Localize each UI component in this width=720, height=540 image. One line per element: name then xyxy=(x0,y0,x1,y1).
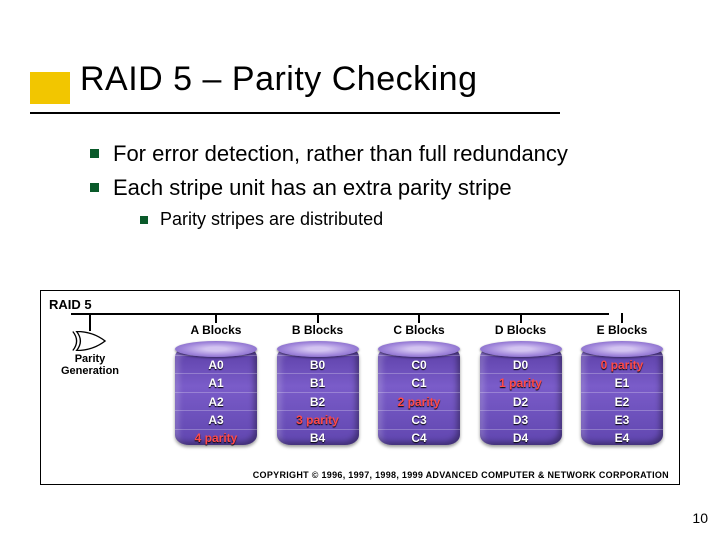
bullet-icon xyxy=(140,216,148,224)
disk-stripe: A0 xyxy=(175,355,257,373)
title-underline xyxy=(30,112,560,114)
data-cell: E2 xyxy=(615,395,630,409)
copyright-text: COPYRIGHT © 1996, 1997, 1998, 1999 ADVAN… xyxy=(253,470,669,480)
column-header: A Blocks xyxy=(191,323,242,337)
disk-icon: B0 B1 B2 3 parity B4 xyxy=(277,341,359,451)
bus-drop xyxy=(621,313,623,323)
disk-column: B Blocks B0 B1 B2 3 parity B4 xyxy=(273,313,363,456)
disk-column: A Blocks A0 A1 A2 A3 4 parity xyxy=(171,313,261,456)
data-cell: A2 xyxy=(208,395,223,409)
data-cell: C4 xyxy=(411,431,426,445)
data-cell: C0 xyxy=(411,358,426,372)
disk-stripe: B4 xyxy=(277,429,359,447)
bus-drop xyxy=(317,313,319,323)
disk-stripe: A1 xyxy=(175,373,257,391)
parity-cell: 4 parity xyxy=(195,431,238,445)
slide: RAID 5 – Parity Checking For error detec… xyxy=(0,0,720,540)
disk-stripe: B2 xyxy=(277,392,359,410)
disk-stripe: C4 xyxy=(378,429,460,447)
disk-stripe: C1 xyxy=(378,373,460,391)
disk-stripe: B0 xyxy=(277,355,359,373)
data-cell: A3 xyxy=(208,413,223,427)
disk-stripe: 1 parity xyxy=(480,373,562,391)
parity-cell: 2 parity xyxy=(398,395,441,409)
column-header: E Blocks xyxy=(597,323,648,337)
disk-stripe: 0 parity xyxy=(581,355,663,373)
data-cell: A1 xyxy=(208,376,223,390)
disk-rows: A0 A1 A2 A3 4 parity xyxy=(175,355,257,447)
data-cell: C3 xyxy=(411,413,426,427)
bus-drop xyxy=(520,313,522,323)
data-cell: D4 xyxy=(513,431,528,445)
column-header: B Blocks xyxy=(292,323,343,337)
disk-icon: A0 A1 A2 A3 4 parity xyxy=(175,341,257,451)
data-cell: B2 xyxy=(310,395,325,409)
bullet-text: For error detection, rather than full re… xyxy=(113,140,568,168)
data-cell: D3 xyxy=(513,413,528,427)
data-cell: B0 xyxy=(310,358,325,372)
data-cell: D0 xyxy=(513,358,528,372)
diagram-title: RAID 5 xyxy=(49,297,92,312)
bullet-item: Each stripe unit has an extra parity str… xyxy=(90,174,650,202)
data-cell: D2 xyxy=(513,395,528,409)
bus-drop xyxy=(418,313,420,323)
xor-gate-icon xyxy=(69,331,107,351)
title-block: RAID 5 – Parity Checking xyxy=(30,60,478,99)
disk-stripe: D2 xyxy=(480,392,562,410)
raid5-diagram: RAID 5 Parity Generation A BlocksA0A1A2A… xyxy=(40,290,680,485)
sub-bullet-item: Parity stripes are distributed xyxy=(140,209,650,230)
data-cell: B1 xyxy=(310,376,325,390)
disk-stripe: E2 xyxy=(581,392,663,410)
bullet-item: For error detection, rather than full re… xyxy=(90,140,650,168)
bullet-icon xyxy=(90,183,99,192)
disk-stripe: 2 parity xyxy=(378,392,460,410)
data-cell: E3 xyxy=(615,413,630,427)
disk-row: A Blocks A0 A1 A2 A3 4 parity B Blocks B0 B1 B2 3 … xyxy=(171,313,667,456)
disk-stripe: D4 xyxy=(480,429,562,447)
slide-title: RAID 5 – Parity Checking xyxy=(80,60,478,99)
disk-rows: C0 C1 2 parity C3 C4 xyxy=(378,355,460,447)
bullet-icon xyxy=(90,149,99,158)
disk-column: E Blocks 0 parity E1 E2 E3 E4 xyxy=(577,313,667,456)
data-cell: C1 xyxy=(411,376,426,390)
disk-stripe: 3 parity xyxy=(277,410,359,428)
disk-stripe: B1 xyxy=(277,373,359,391)
page-number: 10 xyxy=(692,510,708,526)
disk-stripe: E3 xyxy=(581,410,663,428)
bus-drop xyxy=(89,313,91,331)
disk-icon: C0 C1 2 parity C3 C4 xyxy=(378,341,460,451)
data-cell: B4 xyxy=(310,431,325,445)
column-header: C Blocks xyxy=(393,323,444,337)
column-header: D Blocks xyxy=(495,323,546,337)
data-cell: E1 xyxy=(615,376,630,390)
disk-stripe: D0 xyxy=(480,355,562,373)
disk-stripe: E4 xyxy=(581,429,663,447)
disk-rows: B0 B1 B2 3 parity B4 xyxy=(277,355,359,447)
bullet-text: Each stripe unit has an extra parity str… xyxy=(113,174,512,202)
disk-rows: 0 parity E1 E2 E3 E4 xyxy=(581,355,663,447)
data-cell: A0 xyxy=(208,358,223,372)
disk-rows: D0 1 parity D2 D3 D4 xyxy=(480,355,562,447)
data-cell: E4 xyxy=(615,431,630,445)
disk-column: D Blocks D0 1 parity D2 D3 D4 xyxy=(476,313,566,456)
parity-cell: 0 parity xyxy=(601,358,644,372)
parity-cell: 1 parity xyxy=(499,376,542,390)
disk-icon: 0 parity E1 E2 E3 E4 xyxy=(581,341,663,451)
disk-icon: D0 1 parity D2 D3 D4 xyxy=(480,341,562,451)
bullet-list: For error detection, rather than full re… xyxy=(90,140,650,230)
disk-stripe: A3 xyxy=(175,410,257,428)
sub-bullet-text: Parity stripes are distributed xyxy=(160,209,383,230)
disk-stripe: C0 xyxy=(378,355,460,373)
disk-stripe: D3 xyxy=(480,410,562,428)
disk-stripe: 4 parity xyxy=(175,429,257,447)
disk-stripe: E1 xyxy=(581,373,663,391)
parity-cell: 3 parity xyxy=(296,413,339,427)
disk-stripe: A2 xyxy=(175,392,257,410)
disk-column: C Blocks C0 C1 2 parity C3 C4 xyxy=(374,313,464,456)
disk-stripe: C3 xyxy=(378,410,460,428)
parity-generation-label: Parity Generation xyxy=(51,353,129,377)
bus-drop xyxy=(215,313,217,323)
